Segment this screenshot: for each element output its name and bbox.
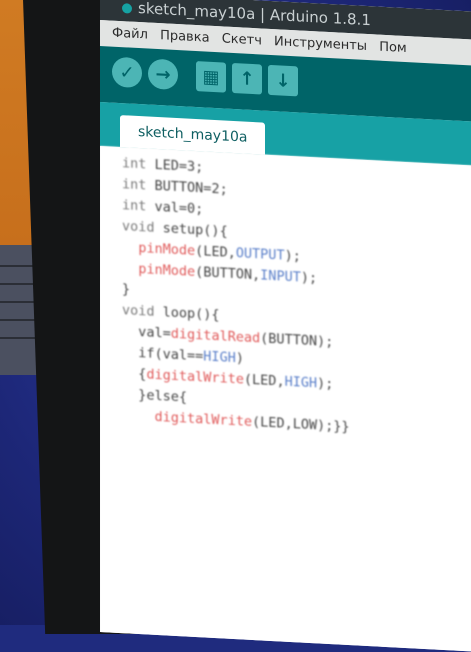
code-token: void <box>122 218 155 236</box>
code-token: digitalRead <box>170 325 261 347</box>
code-token: setup(){ <box>154 219 228 240</box>
menu-sketch[interactable]: Скетч <box>222 31 262 48</box>
new-sketch-button[interactable]: ▦ <box>196 61 226 93</box>
upload-button[interactable]: → <box>148 58 178 91</box>
code-editor[interactable]: int LED=3; int BUTTON=2; int val=0; void se… <box>100 146 471 652</box>
code-token: (LED,LOW);}} <box>252 413 350 436</box>
code-token: HIGH <box>284 373 318 392</box>
code-token: (BUTTON); <box>260 330 334 351</box>
save-button[interactable]: ↓ <box>268 64 298 97</box>
code-token: HIGH <box>203 348 236 367</box>
code-token: int <box>122 155 147 173</box>
code-token: void <box>122 302 155 320</box>
arduino-app-icon <box>122 2 132 14</box>
code-token: digitalWrite <box>154 408 253 430</box>
code-token: if(val== <box>122 344 204 365</box>
verify-button[interactable]: ✓ <box>112 56 142 89</box>
code-token: val= <box>122 323 171 342</box>
code-token: LED=3; <box>146 156 204 176</box>
code-token: int <box>122 176 147 194</box>
arduino-ide-window: sketch_may10a | Arduino 1.8.1 Файл Правк… <box>100 0 471 652</box>
arrow-right-icon: → <box>155 63 171 86</box>
menu-help[interactable]: Пом <box>379 40 407 56</box>
code-token: pinMode <box>138 240 196 259</box>
code-token: } <box>122 281 131 298</box>
open-button[interactable]: ↑ <box>232 62 262 95</box>
check-icon: ✓ <box>119 61 135 84</box>
menu-tools[interactable]: Инструменты <box>274 34 367 54</box>
code-token: val=0; <box>146 198 204 218</box>
code-token: }else{ <box>122 386 188 406</box>
code-token: int <box>122 197 147 215</box>
code-token: digitalWrite <box>146 366 244 388</box>
code-token: (BUTTON, <box>195 263 261 284</box>
menu-edit[interactable]: Правка <box>160 28 209 46</box>
code-token: INPUT <box>260 267 301 286</box>
code-token: ); <box>317 375 334 393</box>
code-token: pinMode <box>138 261 196 280</box>
code-token: loop(){ <box>154 303 220 324</box>
new-file-icon: ▦ <box>202 65 220 88</box>
code-token: ) <box>235 350 244 367</box>
code-token: (LED, <box>195 242 236 262</box>
code-token: (LED, <box>243 371 285 390</box>
code-token: { <box>122 365 147 383</box>
code-text: int LED=3; int BUTTON=2; int val=0; void se… <box>122 153 350 438</box>
code-token: BUTTON=2; <box>146 177 228 198</box>
code-token: ); <box>284 247 301 265</box>
arrow-up-icon: ↑ <box>239 67 255 90</box>
menu-file[interactable]: Файл <box>112 26 148 43</box>
arrow-down-icon: ↓ <box>275 69 291 92</box>
code-token: ); <box>300 269 318 287</box>
code-token: OUTPUT <box>235 245 285 264</box>
